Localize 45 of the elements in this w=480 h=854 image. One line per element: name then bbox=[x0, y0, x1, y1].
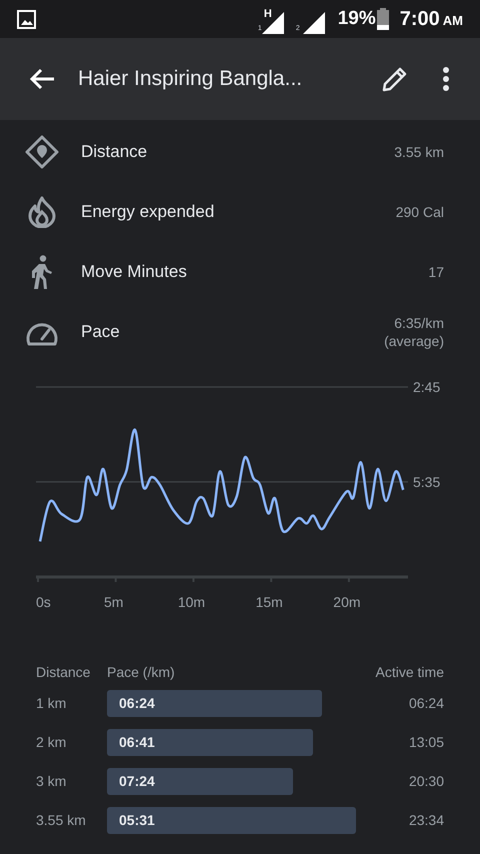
y-axis-label: 5:35 bbox=[413, 474, 440, 490]
x-axis-label: 10m bbox=[178, 594, 206, 610]
x-axis-label: 15m bbox=[256, 594, 283, 610]
back-arrow-icon bbox=[29, 68, 55, 90]
split-distance: 1 km bbox=[36, 694, 68, 713]
pace-bar: 07:24 bbox=[107, 768, 293, 795]
split-distance: 3.55 km bbox=[36, 811, 87, 830]
stat-value: 17 bbox=[428, 263, 444, 281]
stat-value: 290 Cal bbox=[396, 203, 444, 221]
column-header: Pace (/km) bbox=[107, 662, 176, 682]
flame-icon bbox=[28, 196, 56, 228]
pace-bar: 06:24 bbox=[107, 690, 322, 717]
x-axis-label: 20m bbox=[333, 594, 361, 610]
signal-icon bbox=[302, 12, 325, 34]
stat-label: Energy expended bbox=[81, 201, 216, 224]
split-active-time: 06:24 bbox=[408, 694, 444, 713]
more-vertical-icon bbox=[442, 67, 450, 91]
image-icon bbox=[17, 10, 36, 28]
split-active-time: 23:34 bbox=[408, 811, 444, 830]
split-distance: 3 km bbox=[36, 772, 68, 791]
column-header: Distance bbox=[36, 662, 92, 682]
split-active-time: 13:05 bbox=[408, 733, 444, 752]
stat-label: Distance bbox=[81, 141, 148, 164]
split-distance: 2 km bbox=[36, 733, 68, 752]
pencil-icon bbox=[381, 65, 409, 93]
pace-bar: 05:31 bbox=[107, 807, 356, 834]
walking-person-icon bbox=[31, 255, 53, 289]
stat-label: Move Minutes bbox=[81, 261, 188, 284]
stat-value: 3.55 km bbox=[394, 143, 444, 161]
y-axis-label: 2:45 bbox=[413, 379, 440, 395]
x-axis-label: 0s bbox=[36, 594, 51, 610]
pace-bar: 06:41 bbox=[107, 729, 313, 756]
battery-icon bbox=[376, 8, 389, 30]
network-type: H bbox=[264, 9, 272, 20]
split-active-time: 20:30 bbox=[408, 772, 444, 791]
location-diamond-icon bbox=[25, 135, 59, 169]
x-axis-label: 5m bbox=[104, 594, 124, 610]
clock-time: 7:00 bbox=[400, 7, 440, 32]
stat-label: Pace bbox=[81, 321, 121, 344]
clock-period: AM bbox=[442, 12, 463, 30]
battery-percent: 19% bbox=[338, 6, 376, 31]
column-header: Active time bbox=[376, 662, 444, 682]
stat-value: 6:35/km bbox=[394, 314, 444, 332]
window-title: Haier Inspiring Bangla... bbox=[78, 66, 304, 92]
stat-note: (average) bbox=[384, 332, 444, 350]
